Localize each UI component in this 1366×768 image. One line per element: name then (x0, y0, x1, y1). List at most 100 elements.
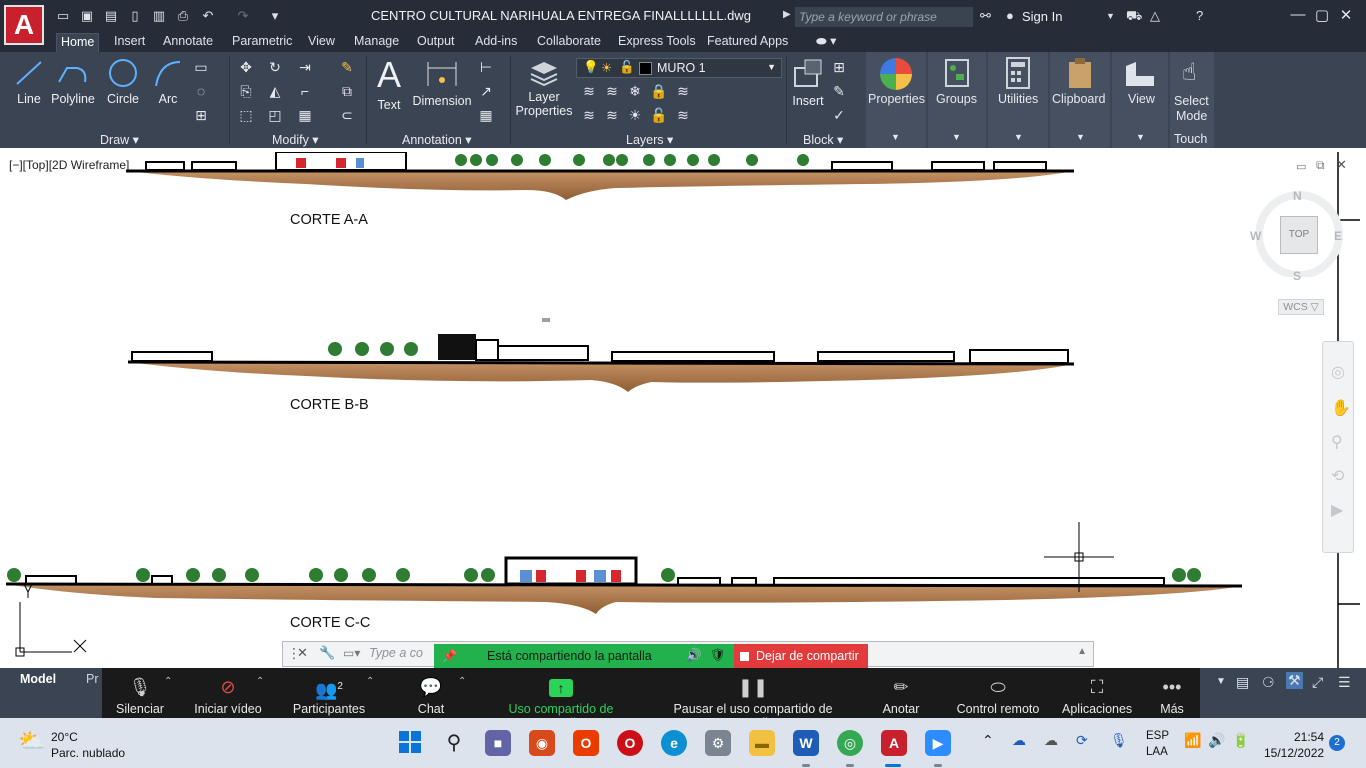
tab-home[interactable]: Home (56, 33, 100, 52)
redo-icon[interactable]: ↷ (236, 8, 250, 24)
compass-east[interactable]: E (1334, 229, 1342, 243)
copy-icon[interactable]: ⎘ (237, 82, 255, 100)
sync-icon[interactable]: ⟳ (1076, 732, 1088, 749)
chrome-icon[interactable]: ◎ (837, 730, 863, 756)
layer-properties-button[interactable]: Layer Properties (514, 58, 574, 118)
search-icon[interactable]: ⚲ (441, 730, 467, 756)
tab-insert[interactable]: Insert (110, 33, 149, 49)
edit-attributes-icon[interactable]: ✓ (830, 106, 848, 124)
binoculars-icon[interactable]: ⚯ (980, 8, 991, 24)
compass-west[interactable]: W (1250, 229, 1261, 243)
properties-panel[interactable]: Properties ▼ (866, 52, 926, 148)
annotation-monitor-icon[interactable]: ⚆ (1262, 674, 1275, 691)
screen-recorder-icon[interactable]: ◉ (529, 730, 555, 756)
chevron-up-icon[interactable]: ⌃ (256, 676, 264, 687)
application-menu-button[interactable]: A (4, 5, 44, 45)
new-file-icon[interactable]: ▭ (56, 8, 70, 24)
tab-model[interactable]: Model (20, 672, 56, 686)
layers-panel-label[interactable]: Layers ▾ (626, 132, 673, 147)
chevron-up-icon[interactable]: ⌃ (458, 676, 466, 687)
file-explorer-icon[interactable]: ▬ (749, 730, 775, 756)
weather-temperature[interactable]: 20°C (51, 730, 78, 744)
stop-sharing-button[interactable]: Dejar de compartir (734, 644, 868, 669)
move-icon[interactable]: ✥ (237, 58, 255, 76)
sign-in-link[interactable]: Sign In (1022, 9, 1062, 24)
explode-icon[interactable]: ⧉ (338, 82, 356, 100)
boundary-icon[interactable]: ⊞ (192, 106, 210, 124)
help-icon[interactable]: ? (1196, 8, 1203, 23)
tab-featured-apps[interactable]: Featured Apps (703, 33, 792, 49)
mute-button[interactable]: 🎙 Silenciar (114, 676, 166, 716)
undo-icon[interactable]: ↶ (201, 8, 215, 24)
tab-manage[interactable]: Manage (350, 33, 403, 49)
customization-menu-icon[interactable]: ☰ (1338, 674, 1351, 691)
showmotion-icon[interactable]: ▶ (1331, 500, 1343, 520)
tab-annotate[interactable]: Annotate (159, 33, 217, 49)
customize-toolbar-icon[interactable]: ▾ (268, 8, 282, 24)
chat-button[interactable]: 💬 Chat (414, 676, 448, 716)
quick-properties-icon[interactable]: ▤ (1236, 674, 1249, 691)
viewport-minimize-icon[interactable]: ▭ (1296, 160, 1306, 173)
erase-icon[interactable]: ✎ (338, 58, 356, 76)
customize-icon[interactable]: 🔧 (319, 645, 335, 661)
plot-icon[interactable]: ⎙ (176, 8, 190, 24)
remote-control-button[interactable]: ⬭ Control remoto (956, 676, 1040, 716)
edit-block-icon[interactable]: ✎ (830, 82, 848, 100)
save-as-icon[interactable]: ▤ (104, 8, 118, 24)
cart-icon[interactable]: ⛟ (1126, 8, 1142, 26)
orbit-icon[interactable]: ⟲ (1331, 466, 1344, 486)
battery-icon[interactable]: 🔋 (1232, 732, 1249, 749)
wcs-dropdown[interactable]: WCS ▽ (1278, 299, 1324, 315)
tab-collaborate[interactable]: Collaborate (533, 33, 605, 49)
word-icon[interactable]: W (793, 730, 819, 756)
layer-isolate-icon[interactable]: ≋ (603, 82, 621, 100)
polyline-button[interactable]: Polyline (50, 58, 96, 106)
microphone-icon[interactable]: 🎙 (1110, 732, 1128, 749)
search-input[interactable]: Type a keyword or phrase (795, 7, 973, 27)
rectangle-icon[interactable]: ▭ (192, 58, 210, 76)
layer-match-icon[interactable]: ≋ (674, 82, 692, 100)
compass-north[interactable]: N (1293, 189, 1302, 203)
steering-wheel-icon[interactable]: ◎ (1331, 362, 1345, 382)
keyboard-layout-indicator[interactable]: LAA (1146, 746, 1168, 758)
circle-button[interactable]: Circle (104, 58, 142, 106)
fullscreen-icon[interactable]: ⤢ (1312, 674, 1323, 691)
select-mode-panel[interactable]: ☝ Select Mode Touch (1170, 52, 1214, 148)
chevron-right-icon[interactable]: ▶ (783, 9, 791, 20)
chevron-up-icon[interactable]: ⌃ (164, 676, 172, 687)
more-button[interactable]: ••• Más (1158, 676, 1186, 716)
layer-off-icon[interactable]: ≋ (580, 82, 598, 100)
layer-dropdown[interactable]: 💡 ☀ 🔓 MURO 1 ▼ (576, 58, 782, 78)
ribbon-minimize-icon[interactable]: ⬬ ▾ (812, 33, 840, 49)
tab-express-tools[interactable]: Express Tools (614, 33, 700, 49)
wifi-icon[interactable]: 📶 (1184, 732, 1201, 749)
modify-panel-label[interactable]: Modify ▾ (272, 132, 319, 147)
save-icon[interactable]: ▣ (80, 8, 94, 24)
clock-date[interactable]: 15/12/2022 (1264, 746, 1324, 760)
chevron-up-icon[interactable]: ▲ (1077, 646, 1087, 657)
fillet-icon[interactable]: ⌐ (296, 82, 314, 100)
autocad-icon[interactable]: A (881, 730, 907, 756)
command-input[interactable]: Type a co (369, 646, 423, 660)
rotate-icon[interactable]: ↻ (266, 58, 284, 76)
zoom-icon[interactable]: ⚲ (1331, 432, 1343, 452)
chevron-up-icon[interactable]: ⌃ (366, 676, 374, 687)
isolate-objects-icon[interactable]: ⚒ (1286, 672, 1303, 689)
maximize-icon[interactable]: ▢ (1312, 6, 1332, 24)
tab-add-ins[interactable]: Add-ins (471, 33, 521, 49)
layer-freeze-icon[interactable]: ❄ (626, 82, 644, 100)
create-block-icon[interactable]: ⊞ (830, 58, 848, 76)
layer-previous-icon[interactable]: ≋ (603, 106, 621, 124)
tab-parametric[interactable]: Parametric (228, 33, 296, 49)
web-open-icon[interactable]: ▥ (152, 8, 166, 24)
close-icon[interactable]: ✕ (1336, 6, 1356, 24)
hatch-icon[interactable]: ◌ (192, 82, 210, 100)
groups-panel[interactable]: Groups ▼ (928, 52, 986, 148)
viewport-close-icon[interactable]: ✕ (1336, 157, 1347, 173)
clipboard-panel[interactable]: Clipboard ▼ (1050, 52, 1110, 148)
layer-lock-icon[interactable]: 🔒 (650, 82, 668, 100)
close-icon[interactable]: ✕ (297, 645, 308, 661)
sharing-status-banner[interactable]: 📌 Está compartiendo la pantalla 🔊 🛡 (434, 644, 734, 669)
draw-panel-label[interactable]: Draw ▾ (100, 132, 139, 147)
layer-unlock-icon[interactable]: 🔓 (650, 106, 668, 124)
